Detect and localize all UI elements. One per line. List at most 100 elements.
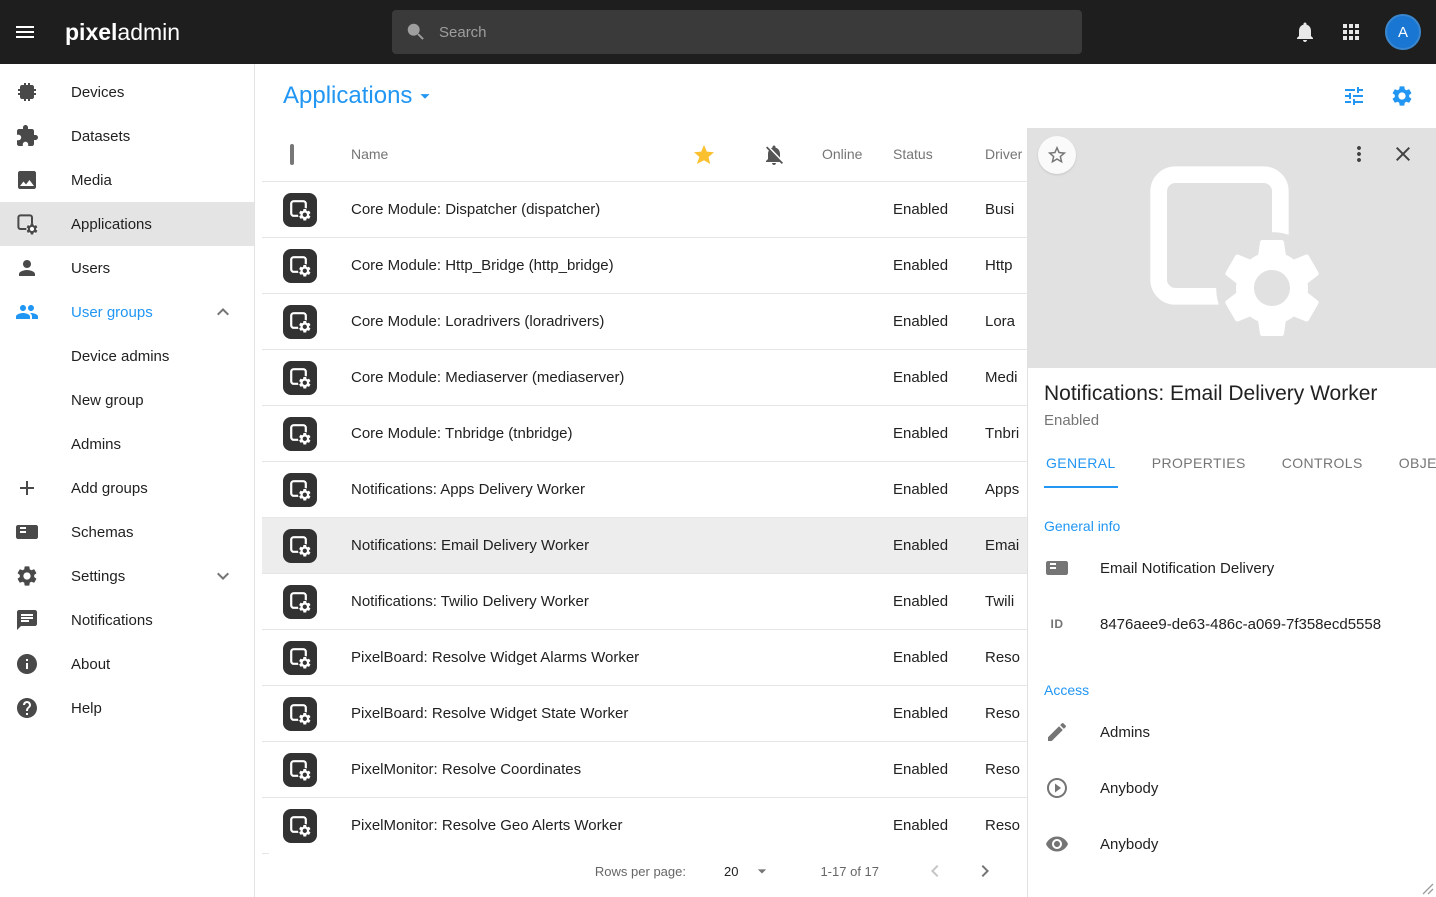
table-settings-gear-icon[interactable] [1390,84,1414,108]
application-row-icon [283,305,317,339]
application-display-name: Email Notification Delivery [1100,560,1274,577]
global-search [392,10,1082,54]
page-title: Applications [283,82,412,110]
status-text: Enabled [893,369,948,386]
sidebar-item-notifications[interactable]: Notifications [0,598,254,642]
sidebar-item-media[interactable]: Media [0,158,254,202]
chat-icon [15,608,39,632]
chevron-up-icon[interactable] [211,300,235,324]
previous-page-chevron-icon[interactable] [923,859,947,883]
select-all-checkbox[interactable] [290,144,294,165]
search-input[interactable] [437,23,1070,42]
application-name: Core Module: Http_Bridge (http_bridge) [351,257,614,274]
table-pagination: Rows per page: 20 1-17 of 17 [269,845,1027,897]
sidebar-item-user-groups[interactable]: User groups [0,290,254,334]
search-icon [405,21,427,43]
panel-status: Enabled [1044,412,1420,429]
application-hero-icon [1132,148,1332,348]
sidebar-item-label: Device admins [71,348,169,365]
driver-text: Busi [985,201,1014,218]
tab-objects[interactable]: OBJECTS [1397,441,1436,488]
sidebar-item-add-groups[interactable]: Add groups [0,466,254,510]
detail-panel: Notifications: Email Delivery Worker Ena… [1027,128,1436,897]
settings-gear-icon [15,564,39,588]
content-header: Applications [255,64,1436,128]
media-image-icon [15,168,39,192]
tab-general[interactable]: GENERAL [1044,441,1118,488]
sidebar-item-users[interactable]: Users [0,246,254,290]
notifications-bell-icon[interactable] [1293,20,1317,44]
application-row-icon [283,473,317,507]
next-page-chevron-icon[interactable] [973,859,997,883]
close-panel-icon[interactable] [1391,142,1415,166]
sidebar-item-label: Applications [71,216,152,233]
status-text: Enabled [893,537,948,554]
column-header-status[interactable]: Status [893,146,933,162]
application-name: Core Module: Loradrivers (loradrivers) [351,313,604,330]
favorite-star-column-icon[interactable] [692,143,716,167]
main-content: Applications Name [255,64,1436,897]
notifications-off-column-icon[interactable] [762,143,786,167]
sidebar-item-settings[interactable]: Settings [0,554,254,598]
brand-light: admin [117,19,180,45]
plus-icon [15,476,39,500]
more-options-kebab-icon[interactable] [1347,142,1371,166]
sidebar-item-applications[interactable]: Applications [0,202,254,246]
user-avatar[interactable]: A [1385,14,1421,50]
sidebar-item-admins[interactable]: Admins [0,422,254,466]
panel-item-id: ID 8476aee9-de63-486c-a069-7f358ecd5558 [1028,596,1436,652]
help-icon [15,696,39,720]
panel-resize-handle[interactable] [1422,883,1434,895]
sidebar-item-label: Settings [71,568,125,585]
chevron-down-icon[interactable] [211,564,235,588]
id-icon: ID [1051,617,1064,631]
rows-per-page-select[interactable]: 20 [724,861,772,881]
application-row-icon [283,417,317,451]
status-text: Enabled [893,313,948,330]
application-name: PixelBoard: Resolve Widget Alarms Worker [351,649,639,666]
access-item-view[interactable]: Anybody [1028,816,1436,872]
column-header-online[interactable]: Online [822,146,862,162]
sidebar-item-about[interactable]: About [0,642,254,686]
application-name: Notifications: Email Delivery Worker [351,537,589,554]
status-text: Enabled [893,257,948,274]
status-text: Enabled [893,649,948,666]
sidebar-item-new-group[interactable]: New group [0,378,254,422]
access-item-execute[interactable]: Anybody [1028,760,1436,816]
favorite-star-button[interactable] [1038,136,1076,174]
brand-bold: pixel [65,19,117,45]
sidebar-item-help[interactable]: Help [0,686,254,730]
sidebar-item-devices[interactable]: Devices [0,70,254,114]
status-text: Enabled [893,425,948,442]
topbar: pixeladmin A [0,0,1436,64]
panel-tabs: GENERAL PROPERTIES CONTROLS OBJECTS [1028,441,1436,488]
column-header-name[interactable]: Name [351,146,388,162]
topbar-actions: A [1293,0,1421,64]
driver-text: Twili [985,593,1014,610]
tab-properties[interactable]: PROPERTIES [1150,441,1248,488]
apps-grid-icon[interactable] [1339,20,1363,44]
status-text: Enabled [893,817,948,834]
table-columns-tune-icon[interactable] [1342,84,1366,108]
tab-controls[interactable]: CONTROLS [1280,441,1365,488]
column-header-driver[interactable]: Driver [985,146,1022,162]
info-icon [15,652,39,676]
application-row-icon [283,697,317,731]
driver-text: Medi [985,369,1018,386]
schemas-card-icon [15,520,39,544]
application-name: Core Module: Mediaserver (mediaserver) [351,369,624,386]
sidebar-item-device-admins[interactable]: Device admins [0,334,254,378]
access-item-edit[interactable]: Admins [1028,704,1436,760]
sidebar-item-label: Notifications [71,612,153,629]
hamburger-menu-icon[interactable] [13,20,37,44]
sidebar-item-datasets[interactable]: Datasets [0,114,254,158]
application-name: Core Module: Tnbridge (tnbridge) [351,425,573,442]
panel-item-name: Email Notification Delivery [1028,540,1436,596]
sidebar-item-label: Datasets [71,128,130,145]
access-view-value: Anybody [1100,836,1158,853]
sidebar: Devices Datasets Media Applications User… [0,64,255,897]
driver-text: Tnbri [985,425,1019,442]
application-name: PixelBoard: Resolve Widget State Worker [351,705,628,722]
sidebar-item-schemas[interactable]: Schemas [0,510,254,554]
page-title-dropdown[interactable]: Applications [283,82,436,110]
